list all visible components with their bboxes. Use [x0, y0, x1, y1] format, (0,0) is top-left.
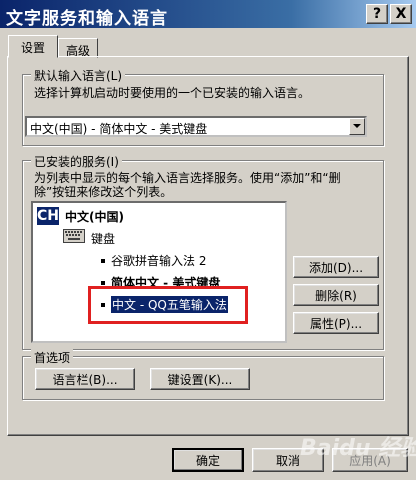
remove-button[interactable]: 删除(R) — [293, 284, 379, 306]
default-language-description: 选择计算机启动时要使用的一个已安装的输入语言。 — [34, 86, 311, 100]
window-title: 文字服务和输入语言 — [6, 9, 168, 29]
watermark: Baidu 经验 — [300, 436, 416, 461]
dropdown-arrow-icon[interactable] — [349, 118, 365, 135]
bullet-icon — [101, 281, 105, 285]
preferences-legend: 首选项 — [31, 349, 74, 366]
default-language-legend: 默认输入语言(L) — [31, 67, 126, 84]
add-button[interactable]: 添加(D)... — [293, 256, 379, 278]
keyboard-icon — [63, 229, 85, 243]
close-icon: X — [395, 6, 407, 22]
bullet-icon — [101, 259, 105, 263]
default-language-select[interactable]: 中文(中国) - 简体中文 - 美式键盘 — [25, 116, 367, 137]
language-bar-button[interactable]: 语言栏(B)... — [35, 368, 135, 390]
properties-button[interactable]: 属性(P)... — [293, 312, 379, 334]
title-bar: 文字服务和输入语言 ? X — [0, 0, 416, 29]
tree-language-node[interactable]: 中文(中国) — [65, 208, 124, 225]
help-icon: ? — [372, 6, 382, 22]
tab-advanced[interactable]: 高级 — [58, 38, 98, 58]
tree-category-keyboard[interactable]: 键盘 — [91, 230, 115, 247]
red-highlight-annotation — [88, 286, 248, 324]
help-button[interactable]: ? — [366, 4, 388, 24]
tree-item-google-pinyin[interactable]: 谷歌拼音输入法 2 — [111, 252, 206, 269]
language-badge-icon: CH — [37, 207, 59, 225]
tab-settings[interactable]: 设置 — [8, 35, 58, 58]
ok-button[interactable]: 确定 — [172, 448, 244, 472]
default-language-value: 中文(中国) - 简体中文 - 美式键盘 — [30, 122, 208, 136]
installed-services-legend: 已安装的服务(I) — [31, 153, 122, 170]
installed-services-description-2: 除”按钮来修改这个列表。 — [34, 185, 173, 199]
close-button[interactable]: X — [390, 4, 412, 24]
key-settings-button[interactable]: 键设置(K)... — [150, 368, 250, 390]
